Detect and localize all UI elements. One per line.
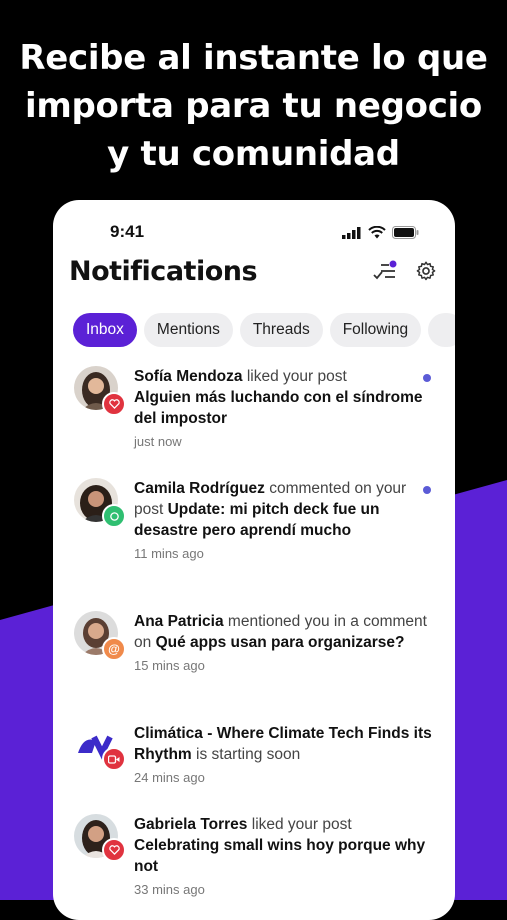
tab-inbox[interactable]: Inbox xyxy=(73,313,137,347)
actor-name: Gabriela Torres xyxy=(134,816,248,833)
headline-line-3: y tu comunidad xyxy=(107,134,400,174)
mark-read-icon[interactable] xyxy=(373,260,397,282)
post-title: Qué apps usan para organizarse? xyxy=(155,634,405,651)
headline-line-2: importa para tu negocio xyxy=(25,86,482,126)
unread-dot xyxy=(423,374,431,382)
actor-name: Camila Rodríguez xyxy=(134,480,265,497)
video-badge-icon xyxy=(102,747,126,771)
status-time: 9:41 xyxy=(110,222,145,241)
tab-threads[interactable]: Threads xyxy=(239,313,323,347)
heart-badge-icon xyxy=(102,392,126,416)
action-text: is starting soon xyxy=(191,746,301,763)
gear-icon[interactable] xyxy=(415,260,437,282)
actor-name: Ana Patricia xyxy=(134,613,224,630)
unread-dot xyxy=(423,486,431,494)
mention-badge-icon: @ xyxy=(102,637,126,661)
timestamp: 24 mins ago xyxy=(134,770,205,785)
page-title: Notifications xyxy=(69,256,258,287)
battery-icon xyxy=(392,226,419,239)
phone-screen: 9:41 Notifications Inbox Mentions Thread… xyxy=(53,200,455,920)
timestamp: 11 mins ago xyxy=(134,546,204,561)
timestamp: 33 mins ago xyxy=(134,882,205,897)
tab-mentions[interactable]: Mentions xyxy=(143,313,233,347)
heart-badge-icon xyxy=(102,838,126,862)
tab-following[interactable]: Following xyxy=(329,313,422,347)
timestamp: 15 mins ago xyxy=(134,658,205,673)
actor-name: Sofía Mendoza xyxy=(134,368,243,385)
tab-more[interactable] xyxy=(428,313,455,347)
status-bar: 9:41 xyxy=(53,222,455,244)
post-title: Alguien más luchando con el síndrome del… xyxy=(134,389,423,427)
wifi-icon xyxy=(368,226,386,239)
signal-icon xyxy=(342,226,361,239)
comment-badge-icon xyxy=(102,504,126,528)
post-title: Celebrating small wins hoy porque why no… xyxy=(134,837,426,875)
timestamp: just now xyxy=(134,434,182,449)
action-text: liked your post xyxy=(247,816,352,833)
action-text: liked your post xyxy=(242,368,347,385)
tab-bar: Inbox Mentions Threads Following xyxy=(73,313,455,347)
post-title: Update: mi pitch deck fue un desastre pe… xyxy=(134,501,380,539)
headline: Recibe al instante lo que importa para t… xyxy=(0,34,507,178)
headline-line-1: Recibe al instante lo que xyxy=(19,38,488,78)
